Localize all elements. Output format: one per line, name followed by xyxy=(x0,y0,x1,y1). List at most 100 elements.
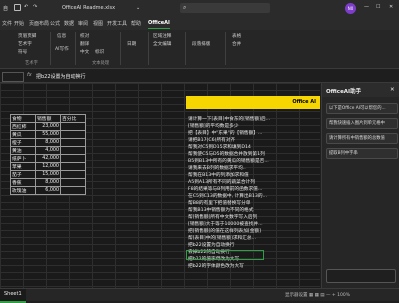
header-cell[interactable]: 百分比 xyxy=(60,114,86,123)
formula-input[interactable]: 把b22设置为自动换行 xyxy=(36,73,86,80)
cell[interactable] xyxy=(60,170,86,179)
ribbon-merge[interactable]: 合并 xyxy=(232,41,241,47)
save-icon[interactable] xyxy=(14,4,21,13)
panel-suggestion-button[interactable]: 请计算所有中销售额的总数值 xyxy=(326,133,398,144)
ribbon-wordart[interactable]: 艺术字 xyxy=(18,41,32,47)
ribbon-region-note[interactable]: 区域注释 xyxy=(153,33,171,39)
cell[interactable] xyxy=(60,186,86,195)
ribbon-paragraph-layout[interactable]: 段落排版 xyxy=(192,41,210,47)
list-item[interactable]: 把[销售额]的值在这样列表加[金额] xyxy=(188,228,318,235)
ribbon-separator xyxy=(225,32,226,65)
avatar-initials: N0 xyxy=(347,6,354,11)
cell[interactable]: 茄子 xyxy=(10,170,36,179)
cell[interactable]: 15,000 xyxy=(35,170,61,179)
list-item[interactable]: [销售额]大于等于10000被查找并... xyxy=(188,221,318,228)
list-item[interactable]: 帮我在B13中的列添加求和值 xyxy=(188,172,318,179)
ribbon-chinese[interactable]: 中文 xyxy=(80,49,89,55)
list-item[interactable]: 帮[销售额]所有中文数字写入后列 xyxy=(188,214,318,221)
list-item[interactable]: 帮我使C5与D5的数据合并放到第1列 xyxy=(188,151,318,158)
menu-formulas[interactable]: 公式 xyxy=(50,20,60,27)
panel-chat-input[interactable] xyxy=(326,269,396,283)
search-box[interactable]: ⌕ xyxy=(180,3,270,13)
list-item[interactable]: 请我来去B列的数据求平均.. xyxy=(188,165,318,172)
cell[interactable]: 23,000 xyxy=(35,122,61,131)
maximize-icon[interactable]: ☐ xyxy=(376,4,380,10)
undo-icon[interactable]: ↶ xyxy=(24,4,28,10)
cell[interactable] xyxy=(60,138,86,147)
close-icon[interactable]: ✕ xyxy=(389,4,393,10)
cell[interactable]: 4,000 xyxy=(35,146,61,155)
menu-page-layout[interactable]: 页面布局 xyxy=(29,20,49,27)
menu-home[interactable]: 开始 xyxy=(14,20,24,27)
cell[interactable]: 西红柿 xyxy=(10,122,36,131)
fx-icon[interactable]: fx xyxy=(27,72,32,78)
menu-developer[interactable]: 开发工具 xyxy=(107,20,127,27)
cell[interactable]: 香蕉 xyxy=(10,178,36,187)
ribbon-symbol[interactable]: 符号 xyxy=(18,49,27,55)
list-item[interactable]: [销售额]的平均数是多少 xyxy=(188,123,318,130)
cell[interactable]: 纸萨卜 xyxy=(10,154,36,163)
list-item[interactable]: B5到B13中所有的黄瓜的销售额是否... xyxy=(188,158,318,165)
panel-close-icon[interactable]: ✕ xyxy=(390,87,395,93)
menu-data[interactable]: 数据 xyxy=(64,20,74,27)
header-cell[interactable]: 食物 xyxy=(10,114,36,123)
ribbon-ai-writing[interactable]: AI写作 xyxy=(55,46,69,52)
cell[interactable]: 8,000 xyxy=(35,178,61,187)
cell[interactable] xyxy=(60,122,86,131)
list-item[interactable]: F8的结果等与B列用前的函数求值... xyxy=(188,186,318,193)
menu-file[interactable]: 文件 xyxy=(2,20,12,27)
cell[interactable]: 黄瓜 xyxy=(10,130,36,139)
cell[interactable]: 55,000 xyxy=(35,130,61,139)
sheet-tab[interactable]: Sheet1 xyxy=(0,289,26,303)
list-item[interactable]: 请计算一下[表目]中食东的[销售额]后... xyxy=(188,116,318,123)
ribbon-table[interactable]: 表格 xyxy=(232,33,241,39)
cell[interactable]: 12,000 xyxy=(35,162,61,171)
ribbon-translate[interactable]: 翻译 xyxy=(80,41,89,47)
table-row: 西红柿 23,000 xyxy=(10,122,86,131)
list-item[interactable]: 帮[表目]中的[销售额]求和汇总... xyxy=(188,235,318,242)
list-item[interactable]: 把【表目】中"东果"的【销售额】... xyxy=(188,130,318,137)
ribbon-full-edit[interactable]: 全文编辑 xyxy=(153,41,171,47)
cell[interactable]: 苹果 xyxy=(10,162,36,171)
list-item[interactable]: 请把B17(C6)所有对齐 xyxy=(188,137,318,144)
menu-help[interactable]: 帮助 xyxy=(131,20,141,27)
cell[interactable]: 6,000 xyxy=(35,186,61,195)
list-item[interactable]: A5到A13所有不同的蔬菜合计列 xyxy=(188,179,318,186)
cell[interactable]: 8,000 xyxy=(35,138,61,147)
menu-officeai[interactable]: OfficeAI xyxy=(148,20,170,26)
ribbon-info[interactable]: 信息 xyxy=(57,33,66,39)
list-item[interactable]: 帮我对C5到D15求和填到D14 xyxy=(188,144,318,151)
table-row: 黄瓜 55,000 xyxy=(10,130,86,139)
cell[interactable] xyxy=(60,162,86,171)
ribbon-date[interactable]: 日期 xyxy=(127,41,136,47)
menu-view[interactable]: 视图 xyxy=(93,20,103,27)
panel-suggestion-button[interactable]: 提取B列中字串 xyxy=(326,148,398,159)
table-row: 香蕉 8,000 xyxy=(10,178,86,187)
menu-review[interactable]: 审阅 xyxy=(78,20,88,27)
redo-icon[interactable]: ↷ xyxy=(33,4,37,10)
cell[interactable] xyxy=(60,146,86,155)
header-cell[interactable]: 销售额 xyxy=(35,114,61,123)
minimize-icon[interactable]: — xyxy=(364,4,369,10)
panel-suggestion-button[interactable]: 帮我快速插入图片到单元格中 xyxy=(326,118,398,129)
selected-cell-b22[interactable] xyxy=(186,250,264,260)
cell[interactable] xyxy=(60,178,86,187)
ribbon-proofread[interactable]: 校对 xyxy=(80,33,89,39)
list-item[interactable]: 把b22的字体颜色改为大写 xyxy=(188,263,318,270)
cell[interactable]: 42,000 xyxy=(35,154,61,163)
cell[interactable] xyxy=(60,154,86,163)
panel-intro-button[interactable]: 以下是Office AI可以帮您的... xyxy=(326,103,398,114)
list-item[interactable]: 帮B8的有里下把值替换写分单 xyxy=(188,200,318,207)
cell[interactable]: 橙子 xyxy=(10,138,36,147)
name-box[interactable] xyxy=(2,72,24,82)
cell[interactable]: 玫瑰油 xyxy=(10,186,36,195)
list-item[interactable]: 把b22设置为自动换行 xyxy=(188,242,318,249)
list-item[interactable]: 在C5到C13的数据中, 计算出B13的... xyxy=(188,193,318,200)
ribbon-header-footer[interactable]: 页眉页脚 xyxy=(18,33,36,39)
dropdown-icon[interactable]: ⌄ xyxy=(136,5,140,11)
ribbon-mark[interactable]: 标识 xyxy=(95,49,104,55)
cell[interactable]: 黄油 xyxy=(10,146,36,155)
avatar[interactable]: N0 xyxy=(345,3,356,14)
list-item[interactable]: 帮我B13中销售额为不同的格式 xyxy=(188,207,318,214)
cell[interactable] xyxy=(60,130,86,139)
